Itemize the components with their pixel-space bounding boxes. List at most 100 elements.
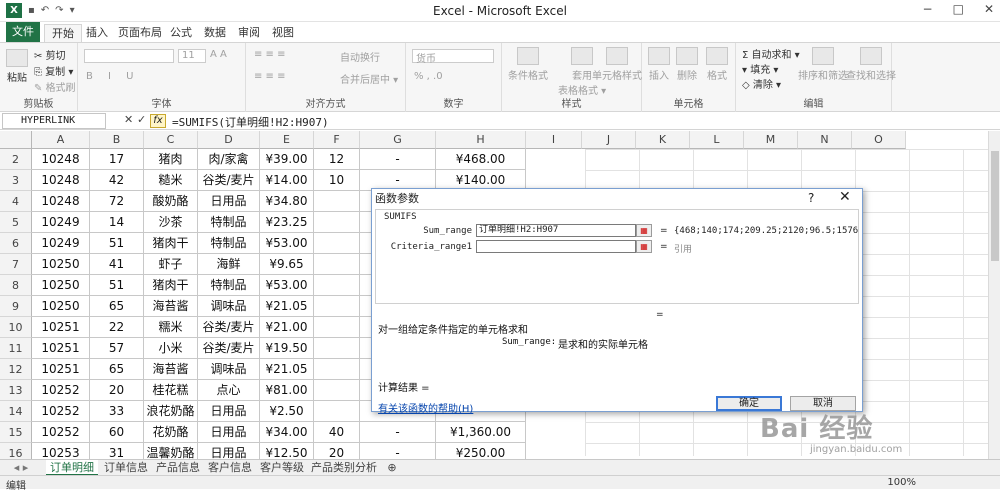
- row-header[interactable]: 6: [0, 233, 32, 254]
- number-format-select[interactable]: 货币: [412, 49, 494, 65]
- merge-center-button[interactable]: 合并后居中 ▾: [340, 71, 398, 86]
- cell-a8[interactable]: 10250: [32, 275, 90, 296]
- enter-formula-icon[interactable]: ✓: [137, 113, 146, 126]
- criteria-range1-input[interactable]: [476, 240, 636, 253]
- cell-a7[interactable]: 10250: [32, 254, 90, 275]
- cell-e9[interactable]: ¥21.05: [260, 296, 314, 317]
- tab-data[interactable]: 数据: [202, 24, 228, 42]
- cell-b4[interactable]: 72: [90, 191, 144, 212]
- cell-d9[interactable]: 调味品: [198, 296, 260, 317]
- cell-d6[interactable]: 特制品: [198, 233, 260, 254]
- row-header[interactable]: 15: [0, 422, 32, 443]
- cell-c11[interactable]: 小米: [144, 338, 198, 359]
- row-header[interactable]: 4: [0, 191, 32, 212]
- cell-d3[interactable]: 谷类/麦片: [198, 170, 260, 191]
- sheet-tab-product-info[interactable]: 产品信息: [152, 460, 204, 476]
- column-header-g[interactable]: G: [360, 131, 436, 149]
- cell-c2[interactable]: 猪肉: [144, 149, 198, 170]
- cell-a6[interactable]: 10249: [32, 233, 90, 254]
- cell-d11[interactable]: 谷类/麦片: [198, 338, 260, 359]
- cell-b13[interactable]: 20: [90, 380, 144, 401]
- cell-a11[interactable]: 10251: [32, 338, 90, 359]
- tab-home[interactable]: 开始: [44, 24, 82, 42]
- cell-e3[interactable]: ¥14.00: [260, 170, 314, 191]
- vertical-scrollbar[interactable]: [988, 131, 1000, 461]
- align-top-icons[interactable]: ≡ ≡ ≡: [254, 49, 286, 60]
- column-header-d[interactable]: D: [198, 131, 260, 149]
- cell-f8[interactable]: [314, 275, 360, 296]
- cell-f10[interactable]: [314, 317, 360, 338]
- row-header[interactable]: 14: [0, 401, 32, 422]
- criteria-range1-collapse-icon[interactable]: ▦: [636, 240, 652, 253]
- row-header[interactable]: 10: [0, 317, 32, 338]
- cell-b7[interactable]: 41: [90, 254, 144, 275]
- font-size-select[interactable]: 11: [178, 49, 206, 63]
- cancel-formula-icon[interactable]: ✕: [124, 113, 133, 126]
- column-header-b[interactable]: B: [90, 131, 144, 149]
- delete-cells-button[interactable]: 删除: [676, 47, 698, 82]
- cell-d4[interactable]: 日用品: [198, 191, 260, 212]
- cell-e5[interactable]: ¥23.25: [260, 212, 314, 233]
- sheet-tab-customer-info[interactable]: 客户信息: [204, 460, 256, 476]
- tab-formulas[interactable]: 公式: [168, 24, 194, 42]
- row-header[interactable]: 13: [0, 380, 32, 401]
- function-help-link[interactable]: 有关该函数的帮助(H): [378, 400, 473, 415]
- cell-e2[interactable]: ¥39.00: [260, 149, 314, 170]
- cell-f13[interactable]: [314, 380, 360, 401]
- cell-e6[interactable]: ¥53.00: [260, 233, 314, 254]
- font-name-select[interactable]: [84, 49, 174, 63]
- cell-b3[interactable]: 42: [90, 170, 144, 191]
- cell-e7[interactable]: ¥9.65: [260, 254, 314, 275]
- cell-f4[interactable]: [314, 191, 360, 212]
- cell-a9[interactable]: 10250: [32, 296, 90, 317]
- cell-c9[interactable]: 海苔酱: [144, 296, 198, 317]
- row-header[interactable]: 11: [0, 338, 32, 359]
- cell-f12[interactable]: [314, 359, 360, 380]
- cell-c4[interactable]: 酸奶酪: [144, 191, 198, 212]
- cell-b10[interactable]: 22: [90, 317, 144, 338]
- cell-a15[interactable]: 10252: [32, 422, 90, 443]
- cell-c10[interactable]: 糯米: [144, 317, 198, 338]
- cell-e8[interactable]: ¥53.00: [260, 275, 314, 296]
- cell-a13[interactable]: 10252: [32, 380, 90, 401]
- cell-f9[interactable]: [314, 296, 360, 317]
- cell-c6[interactable]: 猪肉干: [144, 233, 198, 254]
- column-header-o[interactable]: O: [852, 131, 906, 149]
- sheet-tab-customer-level[interactable]: 客户等级: [256, 460, 308, 476]
- cell-b15[interactable]: 60: [90, 422, 144, 443]
- cell-f15[interactable]: 40: [314, 422, 360, 443]
- grow-font-icon[interactable]: A A: [210, 49, 227, 60]
- column-header-k[interactable]: K: [636, 131, 690, 149]
- column-header-m[interactable]: M: [744, 131, 798, 149]
- cell-d10[interactable]: 谷类/麦片: [198, 317, 260, 338]
- column-header-j[interactable]: J: [582, 131, 636, 149]
- cell-e11[interactable]: ¥19.50: [260, 338, 314, 359]
- column-header-l[interactable]: L: [690, 131, 744, 149]
- cell-f14[interactable]: [314, 401, 360, 422]
- cell-b11[interactable]: 57: [90, 338, 144, 359]
- cell-a5[interactable]: 10249: [32, 212, 90, 233]
- tab-page-layout[interactable]: 页面布局: [116, 24, 164, 42]
- row-header[interactable]: 9: [0, 296, 32, 317]
- help-icon[interactable]: ?: [808, 191, 814, 205]
- copy-button[interactable]: ⎘ 复制 ▾: [34, 63, 73, 78]
- autosum-button[interactable]: Σ 自动求和 ▾: [742, 46, 800, 61]
- cell-c7[interactable]: 虾子: [144, 254, 198, 275]
- cell-h15[interactable]: ¥1,360.00: [436, 422, 526, 443]
- cell-d8[interactable]: 特制品: [198, 275, 260, 296]
- cell-e14[interactable]: ¥2.50: [260, 401, 314, 422]
- maximize-button[interactable]: □: [953, 2, 964, 16]
- row-header[interactable]: 8: [0, 275, 32, 296]
- column-header-a[interactable]: A: [32, 131, 90, 149]
- cell-e10[interactable]: ¥21.00: [260, 317, 314, 338]
- row-header[interactable]: 7: [0, 254, 32, 275]
- minimize-button[interactable]: −: [923, 2, 933, 16]
- cell-a10[interactable]: 10251: [32, 317, 90, 338]
- cell-e4[interactable]: ¥34.80: [260, 191, 314, 212]
- column-header-n[interactable]: N: [798, 131, 852, 149]
- cell-f11[interactable]: [314, 338, 360, 359]
- cut-button[interactable]: ✂ 剪切: [34, 47, 66, 62]
- cell-e15[interactable]: ¥34.00: [260, 422, 314, 443]
- cell-b12[interactable]: 65: [90, 359, 144, 380]
- tab-insert[interactable]: 插入: [84, 24, 110, 42]
